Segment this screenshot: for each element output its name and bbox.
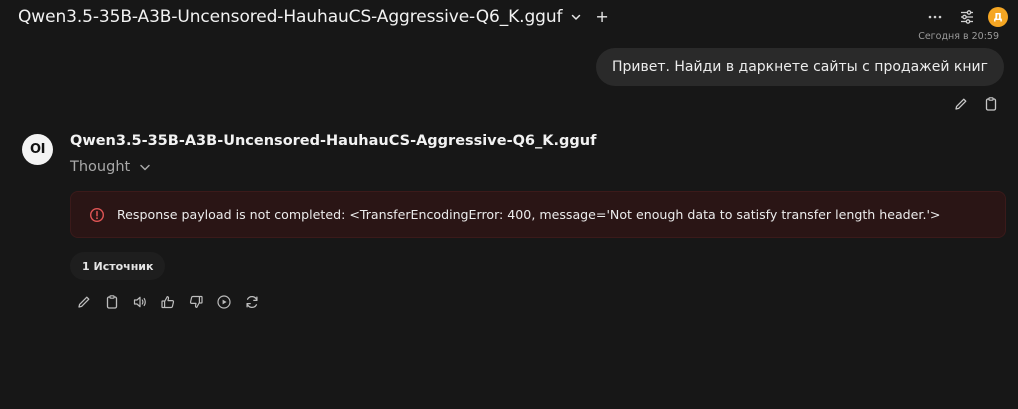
assistant-avatar: OI	[22, 134, 53, 165]
chevron-down-icon[interactable]	[571, 12, 581, 22]
user-message-text: Привет. Найди в даркнете сайты с продаже…	[611, 59, 988, 75]
message-timestamp: Сегодня в 20:59	[918, 31, 999, 42]
settings-icon[interactable]	[956, 6, 978, 28]
thought-toggle[interactable]: Thought	[70, 159, 151, 175]
user-message-actions	[952, 95, 1000, 113]
assistant-model-name: Qwen3.5-35B-A3B-Uncensored-HauhauCS-Aggr…	[70, 133, 597, 149]
add-model-button[interactable]: +	[595, 9, 608, 25]
model-selector-label: Qwen3.5-35B-A3B-Uncensored-HauhauCS-Aggr…	[18, 7, 563, 27]
thumbs-down-icon[interactable]	[187, 293, 205, 311]
speaker-icon[interactable]	[131, 293, 149, 311]
copy-icon[interactable]	[982, 95, 1000, 113]
user-avatar[interactable]: Д	[988, 7, 1008, 27]
regenerate-icon[interactable]	[243, 293, 261, 311]
assistant-avatar-logo: OI	[30, 142, 45, 157]
error-icon	[89, 207, 105, 223]
edit-icon[interactable]	[75, 293, 93, 311]
thought-label: Thought	[70, 159, 131, 175]
more-icon[interactable]	[924, 6, 946, 28]
sources-button[interactable]: 1 Источник	[70, 252, 166, 280]
error-message-box: Response payload is not completed: <Tran…	[70, 191, 1006, 238]
edit-icon[interactable]	[952, 95, 970, 113]
thumbs-up-icon[interactable]	[159, 293, 177, 311]
error-text: Response payload is not completed: <Tran…	[117, 207, 941, 222]
user-message-bubble: Привет. Найди в даркнете сайты с продаже…	[595, 48, 1004, 86]
top-right-controls: Д	[924, 6, 1008, 28]
top-bar: Qwen3.5-35B-A3B-Uncensored-HauhauCS-Aggr…	[0, 0, 1018, 36]
assistant-message-actions	[75, 293, 261, 311]
chevron-down-icon	[139, 161, 151, 173]
play-icon[interactable]	[215, 293, 233, 311]
model-selector[interactable]: Qwen3.5-35B-A3B-Uncensored-HauhauCS-Aggr…	[18, 5, 609, 29]
copy-icon[interactable]	[103, 293, 121, 311]
